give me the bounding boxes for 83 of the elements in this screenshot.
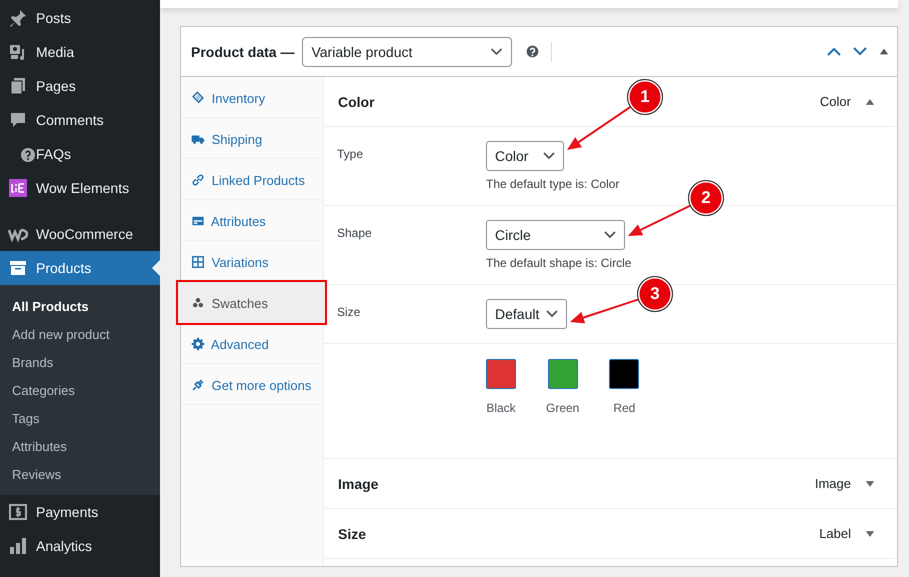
link-icon xyxy=(191,173,205,187)
tag-icon xyxy=(191,91,205,105)
grid-icon xyxy=(191,255,205,269)
sidebar-menu-item[interactable]: Posts xyxy=(0,1,160,35)
attribute-summary: Color xyxy=(820,94,851,109)
pin-icon xyxy=(8,8,28,28)
collapse-triangle-icon[interactable] xyxy=(865,96,875,106)
panel-tab[interactable]: Swatches xyxy=(178,282,325,323)
attribute-name: Image xyxy=(338,476,378,492)
sidebar-menu-item[interactable]: WooCommerce xyxy=(0,217,160,251)
color-swatch[interactable] xyxy=(486,359,516,389)
attribute-name: Color xyxy=(338,94,375,110)
select-dropdown[interactable]: Circle xyxy=(486,220,625,250)
sidebar-menu-item[interactable]: FAQs xyxy=(0,137,160,171)
panel-tab[interactable]: Attributes xyxy=(181,200,323,241)
menu-label: Pages xyxy=(36,78,76,94)
submenu-item[interactable]: All Products xyxy=(0,292,160,320)
sidebar-menu-item[interactable]: Comments xyxy=(0,103,160,137)
menu-label: Payments xyxy=(36,504,98,520)
submenu-item[interactable]: Reviews xyxy=(0,460,160,488)
sidebar-menu-item[interactable]: Media xyxy=(0,35,160,69)
gear-icon xyxy=(191,337,205,351)
menu-label: Wow Elements xyxy=(36,180,130,196)
product-type-select[interactable]: Variable product xyxy=(302,36,512,66)
panel-tab[interactable]: Shipping xyxy=(181,118,323,159)
menu-label: Comments xyxy=(36,112,104,128)
attribute-name: Size xyxy=(338,526,366,542)
panel-tab[interactable]: Get more options xyxy=(181,364,323,405)
help-text: The default shape is: Circle xyxy=(486,256,632,270)
archive-box-icon xyxy=(8,258,28,278)
swatch-name: Black xyxy=(486,401,516,415)
select-dropdown[interactable]: Default xyxy=(486,299,567,329)
submenu-item[interactable]: Categories xyxy=(0,376,160,404)
swatch-name: Red xyxy=(613,401,636,415)
menu-label: Posts xyxy=(36,10,72,26)
field-label: Type xyxy=(337,146,364,163)
help-icon[interactable] xyxy=(526,45,540,58)
plug-icon xyxy=(191,378,205,392)
sidebar-menu-item[interactable]: Pages xyxy=(0,69,160,103)
field-label: Shape xyxy=(337,225,373,242)
expand-triangle-icon[interactable] xyxy=(865,528,875,538)
chevron-down-icon xyxy=(546,310,558,318)
panel-title: Product data — xyxy=(191,44,294,60)
field-label: Size xyxy=(337,304,362,321)
menu-label: FAQs xyxy=(36,146,72,162)
dollar-icon xyxy=(8,502,28,522)
submenu-item[interactable]: Brands xyxy=(0,348,160,376)
panel-tab[interactable]: Inventory xyxy=(181,77,323,118)
logo-icon xyxy=(8,178,28,198)
chevron-down-icon xyxy=(490,48,504,56)
color-swatch[interactable] xyxy=(609,359,640,389)
menu-label: Analytics xyxy=(36,538,92,554)
submenu-item[interactable]: Add new product xyxy=(0,320,160,348)
bar-chart-icon xyxy=(8,536,28,556)
submenu-item[interactable]: Attributes xyxy=(0,432,160,460)
chevron-down-icon xyxy=(543,152,555,160)
sidebar-menu-item[interactable]: Wow Elements xyxy=(0,171,160,205)
annotation-arrow xyxy=(628,204,690,236)
panel-tab[interactable]: Advanced xyxy=(181,323,323,364)
attribute-summary: Label xyxy=(819,526,851,541)
panel-tab[interactable]: Linked Products xyxy=(181,159,323,200)
submenu-item[interactable]: Tags xyxy=(0,404,160,432)
help-text: The default type is: Color xyxy=(486,177,620,191)
chevron-down-icon xyxy=(604,231,616,239)
comment-icon xyxy=(8,110,28,130)
attribute-summary: Image xyxy=(814,476,851,491)
chevron-down-icon[interactable] xyxy=(853,47,867,56)
select-dropdown[interactable]: Color xyxy=(486,141,564,171)
menu-label: Media xyxy=(36,44,74,60)
menu-label: WooCommerce xyxy=(36,226,133,242)
dots-icon xyxy=(191,296,205,310)
swatch-name: Green xyxy=(546,401,580,415)
collapse-triangle-icon[interactable] xyxy=(879,47,889,56)
chevron-up-icon[interactable] xyxy=(827,47,841,56)
annotation-arrow xyxy=(570,298,638,324)
sidebar-menu-item[interactable]: Analytics xyxy=(0,529,160,563)
sidebar-menu-item[interactable]: Payments xyxy=(0,495,160,529)
card-icon xyxy=(191,214,205,228)
annotation-arrow xyxy=(567,106,631,150)
menu-label: Products xyxy=(36,260,92,276)
color-swatch[interactable] xyxy=(548,359,578,389)
sidebar-menu-item[interactable]: Products xyxy=(0,251,160,285)
expand-triangle-icon[interactable] xyxy=(865,478,875,488)
